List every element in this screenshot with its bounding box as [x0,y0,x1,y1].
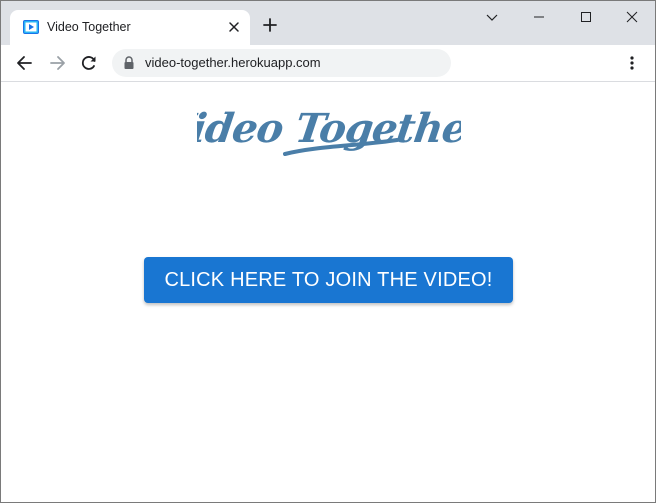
plus-icon[interactable] [262,17,278,33]
close-icon[interactable] [227,20,241,34]
forward-arrow-icon[interactable] [47,53,67,73]
url-text[interactable]: video-together.herokuapp.com [145,55,321,70]
browser-window: Video Together video-together.herokuapp.… [0,0,656,503]
join-video-button[interactable]: CLICK HERE TO JOIN THE VIDEO! [144,257,513,303]
window-close-button[interactable] [609,1,655,33]
kebab-menu-icon[interactable] [624,53,640,73]
maximize-button[interactable] [563,1,609,33]
minimize-button[interactable] [516,1,562,33]
page-content: Video Together CLICK HERE TO JOIN THE VI… [1,82,655,502]
tab-strip: Video Together [1,1,655,45]
lock-icon[interactable] [123,56,135,70]
logo-text: Video Together [197,105,461,152]
tab-search-button[interactable] [469,1,515,33]
tab-title: Video Together [47,20,131,34]
video-play-icon [23,20,39,34]
reload-icon[interactable] [79,53,99,73]
back-arrow-icon[interactable] [15,53,35,73]
tab-video-together[interactable]: Video Together [10,10,250,45]
address-bar[interactable]: video-together.herokuapp.com [112,49,451,77]
browser-toolbar: video-together.herokuapp.com [1,45,655,82]
video-together-logo: Video Together [159,96,494,166]
